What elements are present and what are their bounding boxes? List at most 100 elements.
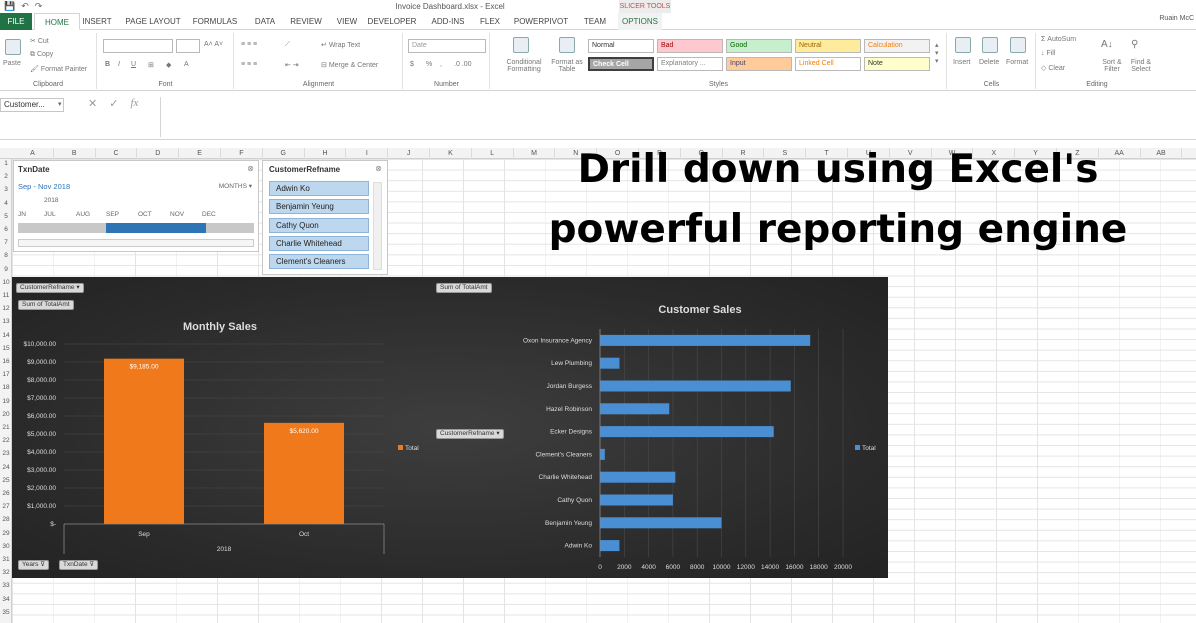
row-header[interactable]: 15 [0,345,12,352]
paste-button[interactable]: Paste [3,60,21,67]
timeline-selection[interactable] [106,223,206,233]
paste-icon[interactable] [5,39,21,55]
monthly-sales-chart[interactable]: Monthly Sales $10,000.00 $9,000.00 $8,000.0… [12,277,432,578]
tab-flex[interactable]: FLEX [474,13,506,30]
row-header[interactable]: 34 [0,596,12,603]
row-header[interactable]: 9 [0,266,12,273]
insert-icon[interactable] [955,37,971,53]
row-header[interactable]: 23 [0,450,12,457]
row-header[interactable]: 13 [0,318,12,325]
format-icon[interactable] [1010,37,1026,53]
timeline-month[interactable]: SEP [106,211,119,218]
row-header[interactable]: 21 [0,424,12,431]
wrap-text-button[interactable]: ↵ Wrap Text [321,41,360,49]
slicer-item[interactable]: Benjamin Yeung [269,199,369,215]
conditional-formatting-button[interactable]: Conditional Formatting [501,59,547,73]
timeline-month[interactable]: AUG [76,211,90,218]
clear-filter-icon[interactable]: ⊗ [375,164,382,173]
row-header[interactable]: 18 [0,384,12,391]
tab-formulas[interactable]: FORMULAS [188,13,242,30]
tab-file[interactable]: FILE [0,13,32,30]
row-header[interactable]: 1 [0,160,12,167]
row-header[interactable]: 30 [0,543,12,550]
row-header[interactable]: 17 [0,371,12,378]
row-header[interactable]: 24 [0,464,12,471]
number-format-select[interactable]: Date [408,39,486,53]
decimal-icon[interactable]: .0 .00 [454,61,472,68]
row-header[interactable]: 31 [0,556,12,563]
column-header[interactable]: B [54,148,96,159]
column-header[interactable]: H [305,148,347,159]
slicer-item[interactable]: Cathy Quon [269,217,369,233]
cell-style-input[interactable]: Input [726,57,792,71]
tab-data[interactable]: DATA [248,13,282,30]
row-header[interactable]: 19 [0,398,12,405]
cancel-icon[interactable]: ✕ [88,97,97,110]
row-header[interactable]: 11 [0,292,12,299]
slicer-item[interactable]: Adwin Ko [269,181,369,196]
format-as-table-button[interactable]: Format as Table [549,59,585,73]
column-header[interactable]: C [96,148,138,159]
percent-button[interactable]: % [426,61,432,68]
row-header[interactable]: 29 [0,530,12,537]
timeline-slicer[interactable]: TxnDate ⊗ Sep - Nov 2018 MONTHS ▾ 2018 J… [13,160,259,252]
row-header[interactable]: 12 [0,305,12,312]
row-header[interactable]: 27 [0,503,12,510]
bold-button[interactable]: B [105,61,110,68]
cell-style-check-cell[interactable]: Check Cell [588,57,654,71]
font-grow-icon[interactable]: A˄ A˅ [204,41,223,48]
tab-pagelayout[interactable]: PAGE LAYOUT [118,13,188,30]
tab-options[interactable]: OPTIONS [618,13,662,30]
cell-style-good[interactable]: Good [726,39,792,53]
cell-style-linked-cell[interactable]: Linked Cell [795,57,861,71]
tab-insert[interactable]: INSERT [81,13,113,30]
comma-button[interactable]: , [440,61,442,68]
fill-color-icon[interactable]: ◆ [166,61,171,69]
row-header[interactable]: 22 [0,437,12,444]
row-header[interactable]: 14 [0,332,12,339]
tab-powerpivot[interactable]: POWERPIVOT [508,13,574,30]
name-box-dropdown-icon[interactable]: ▾ [58,100,62,108]
row-header[interactable]: 25 [0,477,12,484]
indent-icon[interactable]: ⇤ ⇥ [285,61,299,69]
row-header[interactable]: 5 [0,213,12,220]
sort-filter-button[interactable]: Sort & Filter [1099,59,1125,73]
row-header[interactable]: 32 [0,569,12,576]
delete-button[interactable]: Delete [979,59,999,66]
function-icon[interactable]: fx [130,97,138,110]
user-name[interactable]: Ruain McC [1159,15,1194,22]
row-header[interactable]: 26 [0,490,12,497]
slicer-scrollbar[interactable] [373,182,382,270]
cut-button[interactable]: ✂ Cut [30,37,49,45]
underline-button[interactable]: U [131,61,136,68]
tab-developer[interactable]: DEVELOPER [366,13,418,30]
binoculars-icon[interactable]: ⚲ [1131,39,1138,50]
tab-home[interactable]: HOME [34,13,80,30]
borders-icon[interactable]: ⊞ [148,61,154,69]
column-header[interactable]: I [346,148,389,159]
align-left-icon[interactable]: ≡ ≡ ≡ [241,61,257,68]
row-header[interactable]: 20 [0,411,12,418]
cell-style-calculation[interactable]: Calculation [864,39,930,53]
formula-input[interactable] [160,97,1190,137]
row-header[interactable]: 16 [0,358,12,365]
column-header[interactable]: A [12,148,54,159]
row-header[interactable]: 7 [0,239,12,246]
sort-filter-icon[interactable]: A↓ [1101,39,1113,50]
timeline-level-select[interactable]: MONTHS ▾ [219,182,252,190]
copy-button[interactable]: ⧉ Copy [30,51,53,59]
row-header[interactable]: 35 [0,609,12,616]
font-color-icon[interactable]: A [184,61,189,68]
format-as-table-icon[interactable] [559,37,575,53]
column-header[interactable]: F [221,148,263,159]
styles-more-icon[interactable]: ▴ ▾ ▾ [935,41,943,65]
find-select-button[interactable]: Find & Select [1127,59,1155,73]
tab-addins[interactable]: ADD-INS [426,13,470,30]
row-header[interactable]: 2 [0,173,12,180]
orientation-icon[interactable]: ⟋ [285,41,290,49]
cell-style-normal[interactable]: Normal [588,39,654,53]
column-header[interactable]: K [430,148,472,159]
fill-button[interactable]: ↓ Fill [1041,50,1055,57]
timeline-month[interactable]: NOV [170,211,184,218]
currency-button[interactable]: $ [410,61,414,68]
